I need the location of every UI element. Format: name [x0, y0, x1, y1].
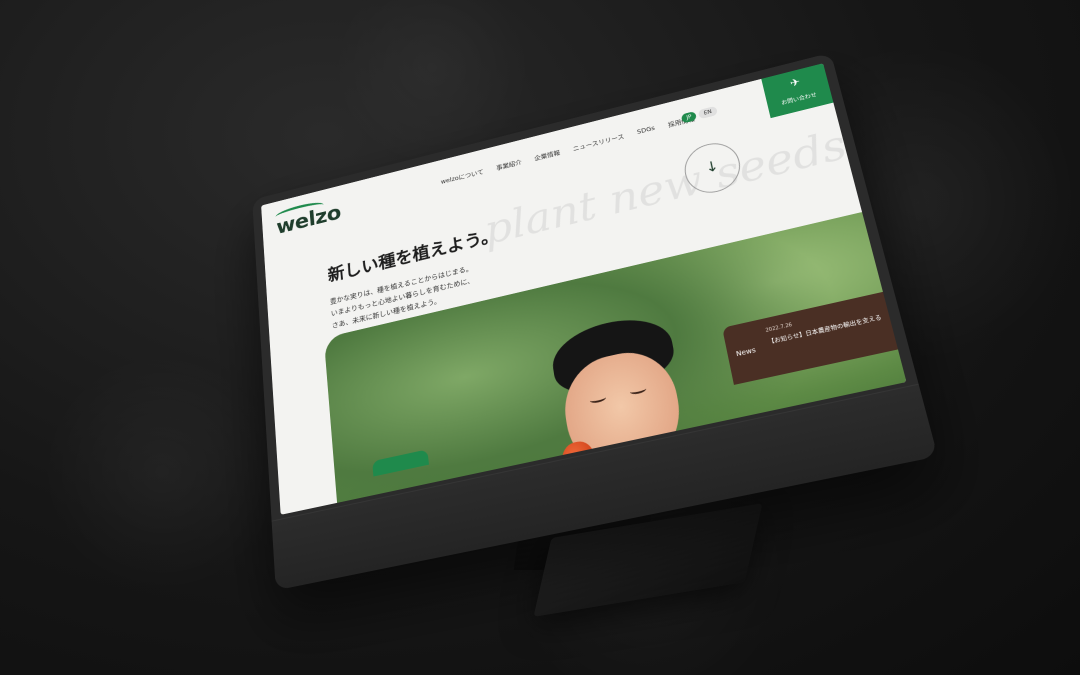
contact-label: お問い合わせ: [780, 91, 818, 107]
nav-item-company[interactable]: 企業情報: [534, 149, 561, 164]
language-switch: JP EN: [680, 105, 718, 124]
photo-eye: [629, 385, 647, 396]
nav-item-sdgs[interactable]: SDGs: [636, 125, 655, 138]
photo-eye: [589, 393, 607, 405]
down-arrow-icon: ↓: [703, 157, 721, 177]
paper-plane-icon: ✈: [788, 75, 802, 90]
nav-item-about[interactable]: welzoについて: [440, 168, 484, 187]
lang-en-button[interactable]: EN: [698, 105, 718, 120]
contact-button[interactable]: ✈ お問い合わせ: [761, 63, 834, 119]
nav-item-business[interactable]: 事業紹介: [496, 158, 523, 172]
monitor: welzo welzoについて 事業紹介 企業情報 ニュースリリース SDGs …: [252, 52, 938, 591]
nav-item-news[interactable]: ニュースリリース: [572, 132, 625, 153]
